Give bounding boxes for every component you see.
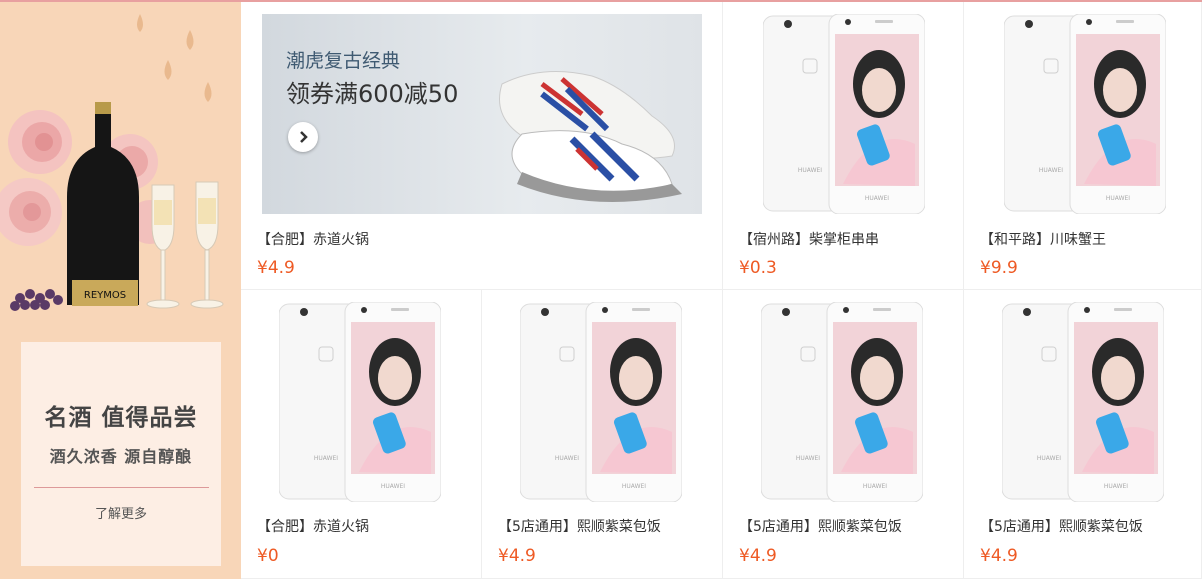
phone-brand: HUAWEI	[314, 455, 338, 462]
product-price: ¥4.9	[498, 546, 536, 566]
wine-promo-panel[interactable]: REYMOS 名酒 值得品尝 酒久浓香 源自醇酿 了解更多	[0, 2, 241, 579]
product-price: ¥0	[257, 546, 279, 566]
phone-image: HUAWEI HUAWEI	[279, 302, 441, 502]
learn-more-link[interactable]: 了解更多	[21, 503, 221, 522]
product-title[interactable]: 【5店通用】熙顺紫菜包饭	[739, 516, 902, 536]
sneaker-banner[interactable]: 潮虎复古经典 领券满600减50	[262, 14, 702, 214]
divider	[34, 487, 209, 488]
promo-subtitle: 酒久浓香 源自醇酿	[49, 447, 193, 466]
phone-brand: HUAWEI	[622, 483, 646, 490]
phone-brand: HUAWEI	[865, 195, 889, 202]
product-title[interactable]: 【5店通用】熙顺紫菜包饭	[980, 516, 1143, 536]
product-price: ¥0.3	[739, 258, 777, 278]
product-card[interactable]: HUAWEI HUAWEI 【5店通用】熙顺紫菜包饭 ¥4.9	[723, 290, 964, 579]
phone-brand: HUAWEI	[381, 483, 405, 490]
promo-title: 名酒 值得品尝	[44, 405, 198, 431]
promo-card: 名酒 值得品尝 酒久浓香 源自醇酿 了解更多	[21, 342, 221, 566]
phone-image: HUAWEI HUAWEI	[763, 14, 925, 214]
product-price: ¥4.9	[739, 546, 777, 566]
phone-brand: HUAWEI	[863, 483, 887, 490]
product-title[interactable]: 【和平路】川味蟹王	[980, 229, 1106, 249]
phone-image: HUAWEI HUAWEI	[1002, 302, 1164, 502]
product-price: ¥4.9	[257, 258, 295, 278]
product-price: ¥9.9	[980, 258, 1018, 278]
product-title[interactable]: 【5店通用】熙顺紫菜包饭	[498, 516, 661, 536]
product-title[interactable]: 【合肥】赤道火锅	[257, 516, 369, 536]
bottle-label-text: REYMOS	[84, 290, 126, 301]
phone-brand: HUAWEI	[1037, 455, 1061, 462]
phone-image: HUAWEI HUAWEI	[520, 302, 682, 502]
phone-brand: HUAWEI	[555, 455, 579, 462]
banner-coupon-text: 领券满600减50	[286, 80, 459, 108]
phone-brand: HUAWEI	[796, 455, 820, 462]
wine-promo-image: REYMOS	[0, 14, 224, 311]
product-card[interactable]: HUAWEI HUAWEI 【宿州路】柴掌柜串串 ¥0.3	[723, 2, 964, 290]
sneaker-image	[499, 71, 682, 202]
product-card[interactable]: HUAWEI HUAWEI 【5店通用】熙顺紫菜包饭 ¥4.9	[964, 290, 1202, 579]
product-title[interactable]: 【合肥】赤道火锅	[257, 229, 369, 249]
phone-image: HUAWEI HUAWEI	[1004, 14, 1166, 214]
phone-brand: HUAWEI	[1106, 195, 1130, 202]
chevron-right-icon[interactable]	[288, 122, 318, 152]
phone-image: HUAWEI HUAWEI	[761, 302, 923, 502]
product-card[interactable]: HUAWEI HUAWEI 【合肥】赤道火锅 ¥0	[241, 290, 482, 579]
phone-brand: HUAWEI	[798, 167, 822, 174]
banner-headline: 潮虎复古经典	[286, 50, 401, 72]
product-card[interactable]: HUAWEI HUAWEI 【和平路】川味蟹王 ¥9.9	[964, 2, 1202, 290]
product-title[interactable]: 【宿州路】柴掌柜串串	[739, 229, 879, 249]
phone-brand: HUAWEI	[1039, 167, 1063, 174]
product-card[interactable]: HUAWEI HUAWEI 【5店通用】熙顺紫菜包饭 ¥4.9	[482, 290, 723, 579]
phone-brand: HUAWEI	[1104, 483, 1128, 490]
product-price: ¥4.9	[980, 546, 1018, 566]
